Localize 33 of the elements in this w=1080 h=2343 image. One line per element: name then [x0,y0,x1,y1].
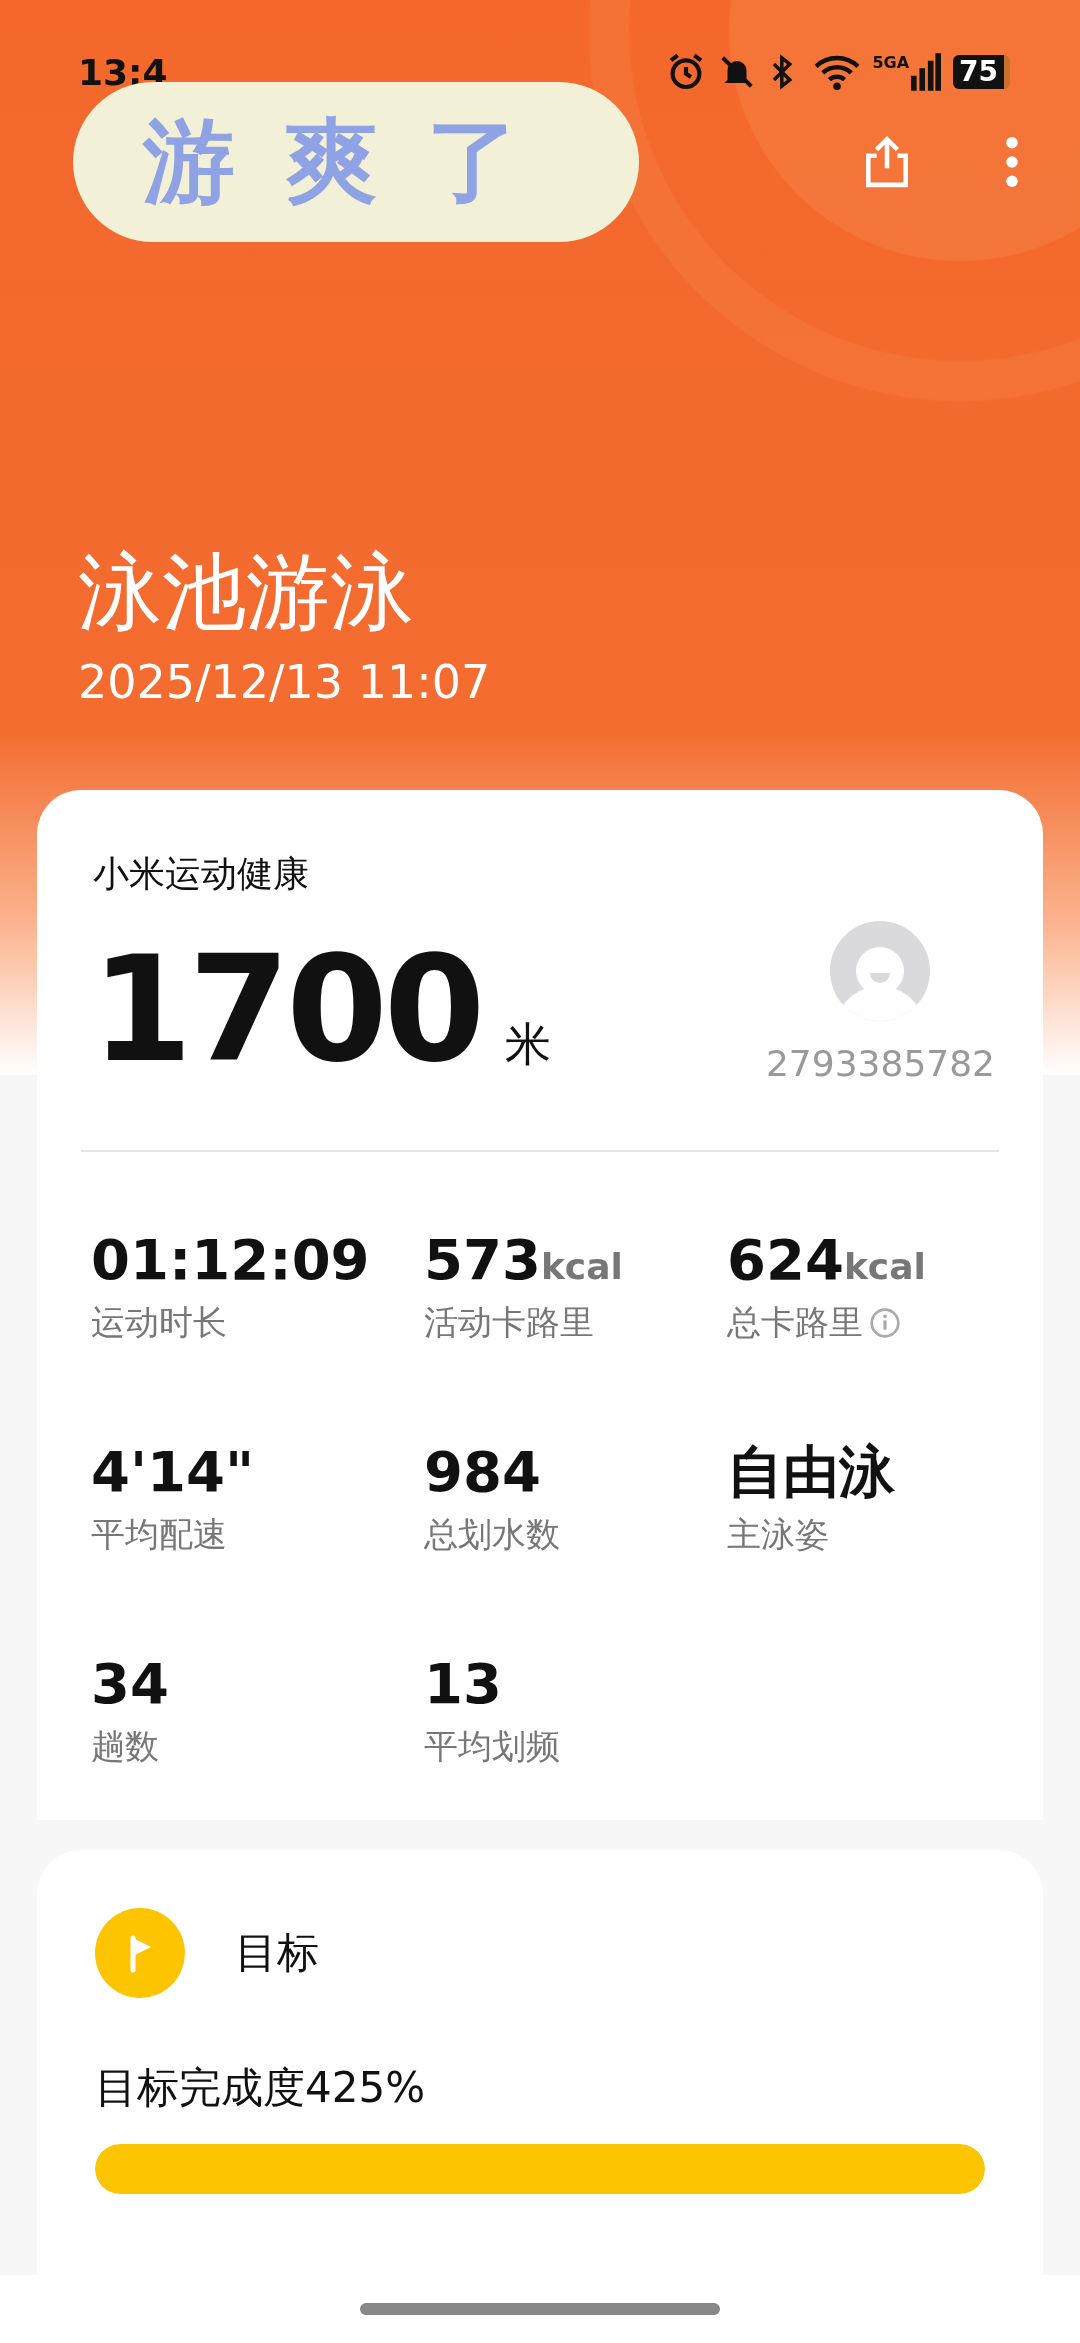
wifi-icon [814,53,861,91]
distance-unit: 米 [505,1016,552,1073]
stat-unit: kcal [843,1246,926,1287]
stat-label: 总卡路里 [727,1301,863,1344]
stat-value: 624 [727,1226,844,1294]
goal-title: 目标 [235,1927,319,1979]
stat-label: 平均划频 [424,1725,560,1768]
distance-value: 1700 [91,934,482,1084]
flag-icon [95,1908,185,1998]
stat-value: 01:12:09 [91,1226,370,1294]
stat-label: 趟数 [91,1725,159,1768]
stat-value: 573 [424,1226,541,1294]
stat-label: 主泳姿 [727,1513,829,1556]
stat-label: 总划水数 [424,1513,560,1556]
stat-value: 4'14" [91,1438,255,1506]
goal-progress-text: 目标完成度425% [95,2062,427,2114]
more-icon[interactable] [1004,137,1020,187]
user-id: 2793385782 [765,1043,995,1084]
stat-value: 34 [91,1650,169,1718]
info-icon[interactable] [869,1307,901,1339]
app-name: 小米运动健康 [93,852,310,896]
stat-value: 自由泳 [727,1438,895,1506]
battery-indicator: 75 [953,55,1010,89]
stat-unit: kcal [540,1246,623,1287]
stat-label: 运动时长 [91,1301,227,1344]
workout-title: 泳池游泳 [78,542,415,643]
stat-label: 平均配速 [91,1513,227,1556]
stat-label: 活动卡路里 [424,1301,594,1344]
stat-value: 984 [424,1438,541,1506]
network-type: 5GA [872,53,910,72]
signal-icon [911,53,942,91]
stat-value: 13 [424,1650,502,1718]
workout-datetime: 2025/12/13 11:07 [78,655,492,709]
